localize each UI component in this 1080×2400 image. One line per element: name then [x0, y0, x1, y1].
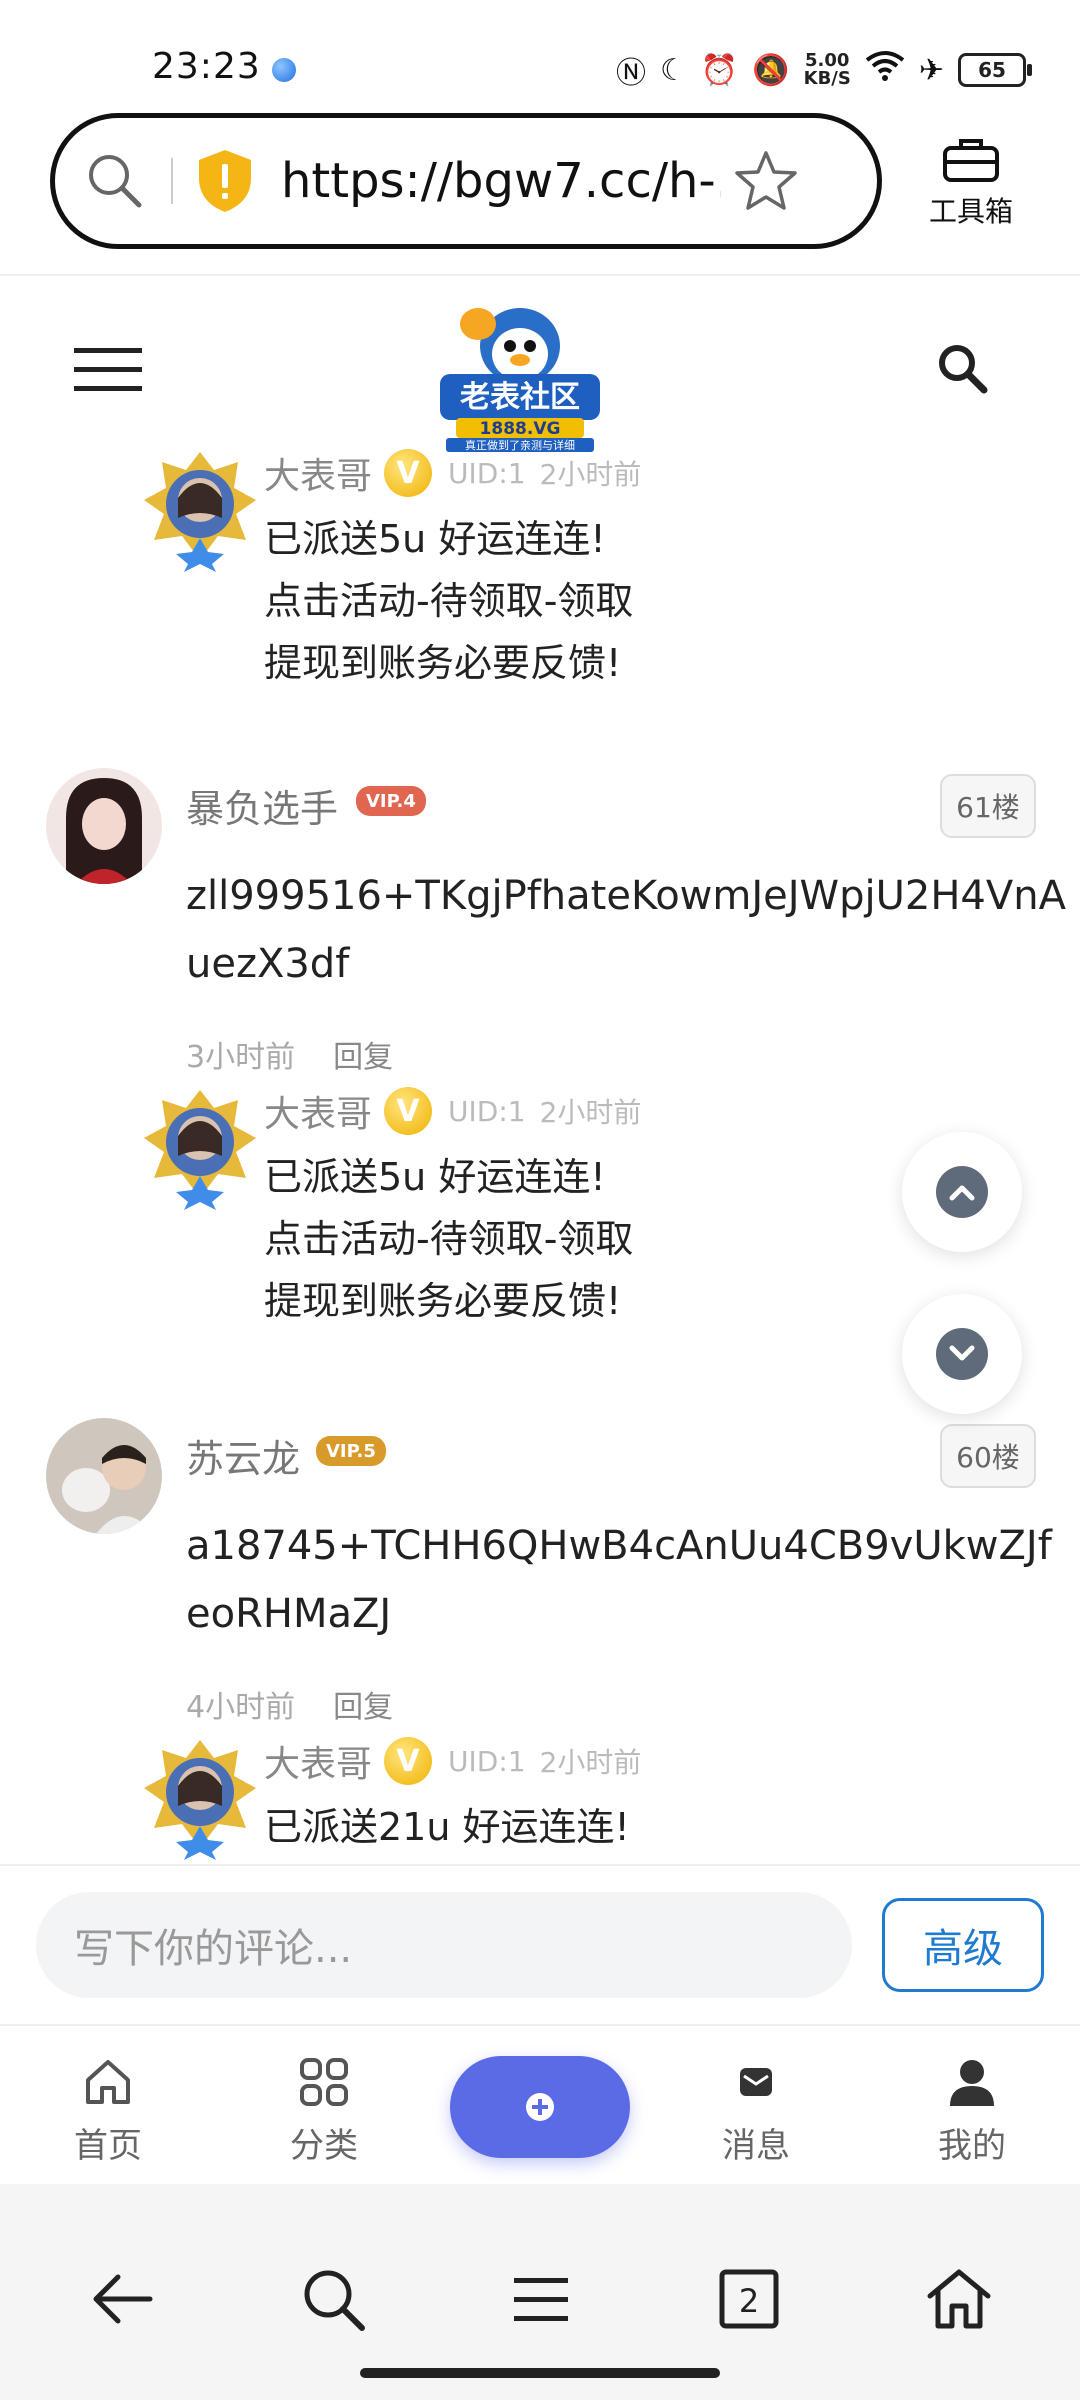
comment-time: 3小时前	[186, 1040, 296, 1075]
status-time: 23:23	[152, 46, 261, 87]
svg-text:2: 2	[739, 2282, 759, 2320]
user-name[interactable]: 大表哥	[264, 1736, 372, 1787]
message-icon	[740, 2068, 772, 2096]
plus-icon	[526, 2093, 554, 2121]
floor-badge: 60楼	[940, 1424, 1036, 1488]
status-icons: Ⓝ ☾ ⏰ 🔕 5.00 KB/S ✈ 65	[616, 48, 1032, 92]
battery-indicator: 65	[958, 53, 1032, 87]
verified-badge-icon: V	[384, 449, 433, 497]
nfc-icon: Ⓝ	[616, 56, 647, 91]
nav-category[interactable]: 分类	[264, 2056, 384, 2167]
reply-content: 已派送5u 好运连连! 点击活动-待领取-领取 提现到账务必要反馈!	[264, 517, 634, 685]
home-icon[interactable]	[924, 2264, 994, 2334]
hamburger-menu-icon[interactable]	[74, 346, 142, 394]
scroll-down-button[interactable]	[902, 1294, 1022, 1414]
verified-badge-icon: V	[384, 1087, 433, 1135]
new-post-button[interactable]	[450, 2056, 630, 2158]
comment-footer: 4小时前 回复	[186, 1682, 393, 1726]
chevron-down-icon	[949, 1345, 975, 1361]
comment-input[interactable]: 写下你的评论...	[36, 1892, 852, 1998]
tabs-count-icon[interactable]: 2	[714, 2264, 784, 2334]
reply-meta: 大表哥 V UID:1 2小时前	[264, 448, 641, 498]
status-bar: 23:23 Ⓝ ☾ ⏰ 🔕 5.00 KB/S ✈ 65	[0, 0, 1080, 110]
reply-meta: 大表哥 V UID:1 2小时前	[264, 1086, 641, 1136]
user-name[interactable]: 苏云龙	[186, 1428, 300, 1483]
bookmark-star-icon[interactable]	[733, 148, 799, 214]
avatar[interactable]	[138, 448, 262, 572]
user-icon	[950, 2060, 994, 2106]
user-uid: UID:1	[448, 1744, 526, 1778]
bottom-navigation: 首页 分类 消息 我的	[0, 2024, 1080, 2186]
toolbox-button[interactable]: 工具箱	[916, 136, 1026, 230]
avatar[interactable]	[46, 1418, 162, 1534]
advanced-button[interactable]: 高级	[882, 1898, 1044, 1992]
site-logo[interactable]: 老表社区 1888.VG 真正做到了亲测与详细	[436, 302, 604, 454]
chevron-up-icon	[949, 1185, 975, 1201]
nav-messages[interactable]: 消息	[696, 2056, 816, 2167]
reply-button[interactable]: 回复	[333, 1682, 393, 1726]
vip-badge: VIP.4	[356, 786, 426, 816]
penguin-logo-icon: 老表社区 1888.VG 真正做到了亲测与详细	[440, 308, 600, 452]
address-bar[interactable]: https://bgw7.cc/h-...	[50, 113, 882, 249]
user-name[interactable]: 大表哥	[264, 1085, 372, 1137]
reply-time: 2小时前	[539, 1746, 642, 1779]
user-name[interactable]: 大表哥	[264, 447, 372, 499]
svg-text:老表社区: 老表社区	[460, 380, 580, 415]
avatar[interactable]	[138, 1086, 262, 1210]
avatar[interactable]	[138, 1736, 262, 1860]
nav-messages-label: 消息	[722, 2126, 790, 2166]
admin-reply: 大表哥 V UID:1 2小时前 已派送21u 好运连连!	[138, 1736, 1008, 1864]
menu-icon[interactable]	[506, 2264, 576, 2334]
home-indicator[interactable]	[360, 2368, 720, 2378]
search-icon[interactable]	[298, 2264, 368, 2334]
reply-content: 已派送21u 好运连连!	[264, 1805, 630, 1849]
home-icon	[86, 2060, 130, 2104]
site-search-icon[interactable]	[936, 342, 988, 394]
nav-category-label: 分类	[290, 2126, 358, 2166]
app-notification-icon	[272, 58, 296, 82]
grid-icon	[300, 2058, 348, 2106]
toolbox-label: 工具箱	[928, 195, 1013, 228]
reply-time: 2小时前	[539, 1096, 642, 1129]
reply-meta: 大表哥 V UID:1 2小时前	[264, 1736, 641, 1786]
reply-time: 2小时前	[539, 458, 642, 491]
verified-badge-icon: V	[384, 1737, 433, 1785]
alarm-icon: ⏰	[700, 52, 739, 88]
nav-mine-label: 我的	[938, 2126, 1006, 2166]
reply-content: 已派送5u 好运连连! 点击活动-待领取-领取 提现到账务必要反馈!	[264, 1155, 634, 1323]
svg-text:1888.VG: 1888.VG	[480, 419, 561, 439]
user-uid: UID:1	[448, 1094, 526, 1128]
network-speed: 5.00 KB/S	[803, 50, 851, 89]
mute-icon: 🔕	[752, 52, 790, 88]
wifi-icon	[865, 50, 905, 90]
floor-badge: 61楼	[940, 774, 1036, 838]
url-text[interactable]: https://bgw7.cc/h-...	[281, 153, 721, 209]
nav-home[interactable]: 首页	[48, 2056, 168, 2167]
nav-home-label: 首页	[74, 2126, 142, 2166]
divider	[0, 274, 1080, 276]
comment-footer: 3小时前 回复	[186, 1032, 393, 1076]
comment-content: a18745+TCHH6QHwB4cAnUu4CB9vUkwZJfeoRHMaZ…	[186, 1523, 1052, 1637]
back-arrow-icon[interactable]	[88, 2264, 158, 2334]
divider	[171, 158, 173, 204]
airplane-icon: ✈	[918, 52, 944, 88]
moon-icon: ☾	[660, 52, 687, 88]
vip-badge: VIP.5	[316, 1436, 386, 1466]
user-name[interactable]: 暴负选手	[186, 778, 338, 833]
search-icon[interactable]	[85, 151, 145, 211]
scroll-up-button[interactable]	[902, 1132, 1022, 1252]
comment-content: zll999516+TKgjPfhateKowmJeJWpjU2H4VnAuez…	[186, 873, 1066, 987]
nav-mine[interactable]: 我的	[912, 2056, 1032, 2167]
avatar[interactable]	[46, 768, 162, 884]
shield-icon[interactable]	[195, 148, 255, 214]
comment-time: 4小时前	[186, 1690, 296, 1725]
user-uid: UID:1	[448, 456, 526, 490]
reply-button[interactable]: 回复	[333, 1032, 393, 1076]
comment-bar: 写下你的评论... 高级	[0, 1864, 1080, 2026]
toolbox-icon	[943, 139, 999, 182]
